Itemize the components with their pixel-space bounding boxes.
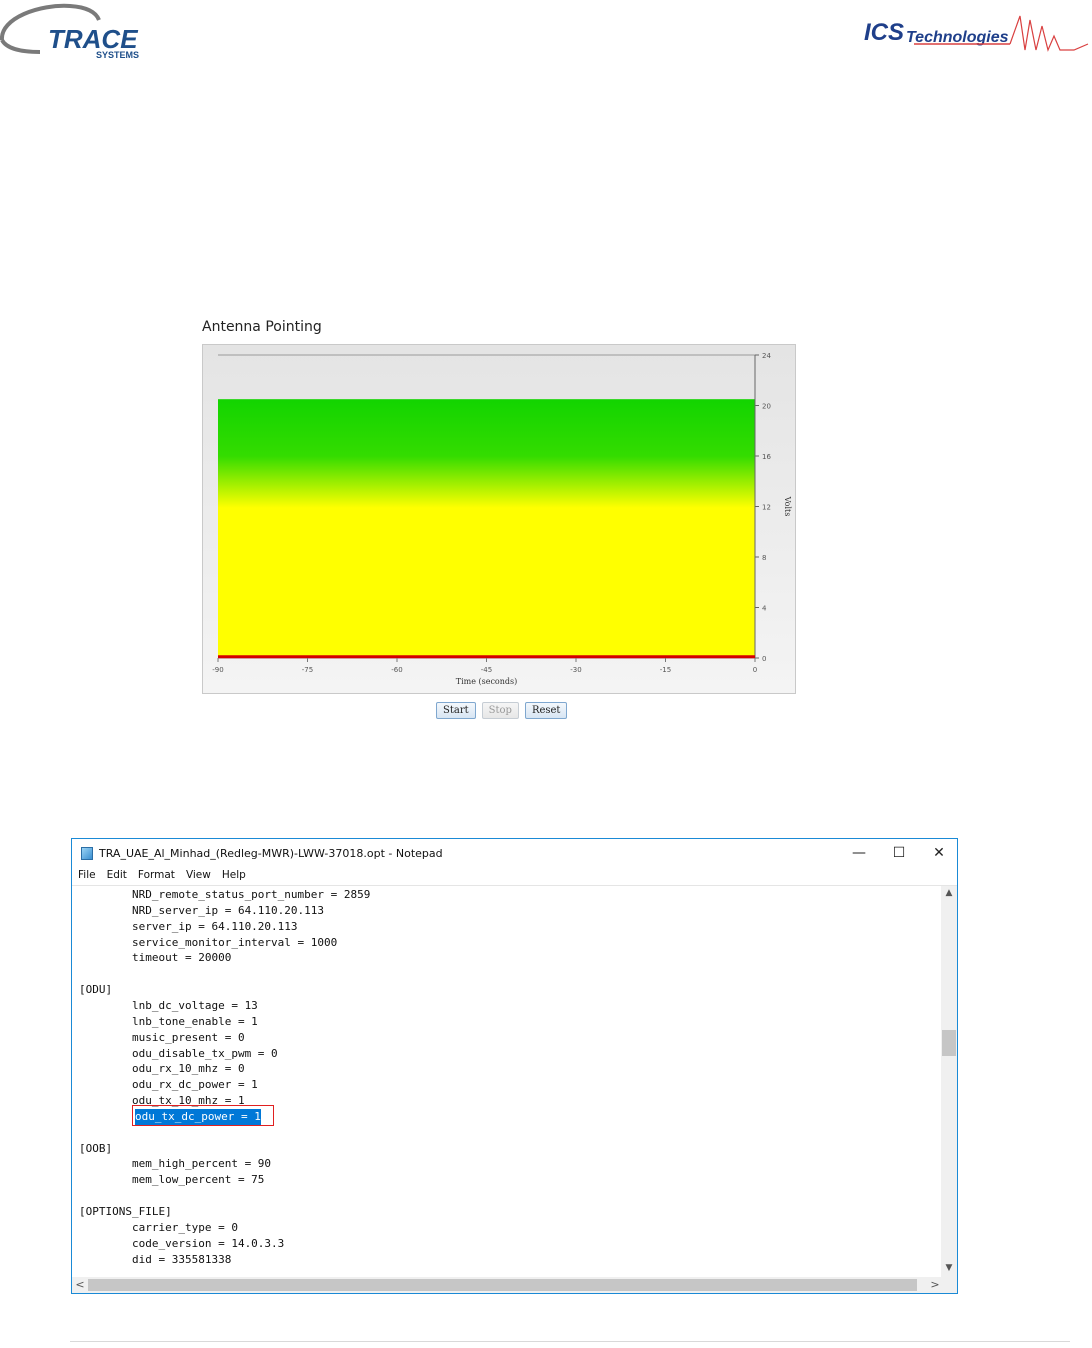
x-tick-label: -45 bbox=[481, 666, 492, 674]
text-line: mem_low_percent = 75 bbox=[79, 1173, 265, 1187]
antenna-chart-frame: 0 4 8 12 16 20 24 -90 -75 -60 -45 -30 -15 0 Time (seco… bbox=[202, 344, 796, 694]
start-button[interactable]: Start bbox=[436, 702, 476, 719]
scroll-left-icon[interactable]: < bbox=[72, 1278, 88, 1291]
scroll-down-icon[interactable]: ▼ bbox=[941, 1263, 957, 1273]
text-line: music_present = 0 bbox=[79, 1030, 245, 1044]
horizontal-scrollbar[interactable]: < > bbox=[72, 1277, 943, 1293]
menu-help[interactable]: Help bbox=[216, 867, 251, 885]
notepad-titlebar[interactable]: TRA_UAE_Al_Minhad_(Redleg-MWR)-LWW-37018… bbox=[72, 839, 957, 867]
antenna-chart: 0 4 8 12 16 20 24 -90 -75 -60 -45 -30 -15 0 Time (seco… bbox=[212, 352, 792, 686]
text-line: service_monitor_interval = 1000 bbox=[79, 935, 338, 949]
ics-bold: ICS bbox=[864, 19, 904, 46]
x-tick-label: 0 bbox=[753, 666, 757, 674]
text-line: odu_rx_10_mhz = 0 bbox=[79, 1062, 245, 1076]
notepad-menubar: File Edit Format View Help bbox=[72, 867, 957, 886]
menu-view[interactable]: View bbox=[180, 867, 216, 885]
trace-sub: SYSTEMS bbox=[96, 50, 139, 60]
text-line bbox=[79, 1109, 132, 1125]
voltage-band bbox=[218, 399, 755, 658]
y-tick-label: 4 bbox=[762, 605, 767, 613]
resize-grip[interactable] bbox=[941, 1277, 957, 1293]
text-line: odu_disable_tx_pwm = 0 bbox=[79, 1046, 278, 1060]
reset-button[interactable]: Reset bbox=[524, 702, 568, 719]
menu-file[interactable]: File bbox=[72, 867, 101, 885]
text-line: odu_rx_dc_power = 1 bbox=[79, 1078, 258, 1092]
x-tick-label: -75 bbox=[302, 666, 313, 674]
minimize-button[interactable]: — bbox=[844, 843, 874, 863]
x-tick-label: -60 bbox=[391, 666, 402, 674]
horizontal-scroll-thumb[interactable] bbox=[88, 1279, 917, 1291]
notepad-title: TRA_UAE_Al_Minhad_(Redleg-MWR)-LWW-37018… bbox=[99, 847, 443, 860]
text-line: carrier_type = 0 bbox=[79, 1220, 238, 1234]
antenna-controls: Start Stop Reset bbox=[436, 702, 568, 719]
text-line: lnb_tone_enable = 1 bbox=[79, 1014, 258, 1028]
stop-button[interactable]: Stop bbox=[481, 702, 519, 719]
notepad-icon bbox=[81, 847, 93, 860]
text-line: [OOB] bbox=[79, 1141, 113, 1155]
y-tick-label: 16 bbox=[762, 453, 771, 461]
text-line: server_ip = 64.110.20.113 bbox=[79, 919, 298, 933]
text-line: code_version = 14.0.3.3 bbox=[79, 1236, 285, 1250]
trace-systems-logo: TRACE SYSTEMS bbox=[0, 0, 160, 64]
close-button[interactable]: ✕ bbox=[924, 843, 954, 863]
text-line: did = 335581338 bbox=[79, 1252, 232, 1266]
notepad-window: TRA_UAE_Al_Minhad_(Redleg-MWR)-LWW-37018… bbox=[71, 838, 958, 1294]
menu-edit[interactable]: Edit bbox=[101, 867, 132, 885]
vertical-scroll-thumb[interactable] bbox=[942, 1030, 956, 1056]
x-tick-label: -15 bbox=[660, 666, 671, 674]
selected-text: odu_tx_dc_power = 1 bbox=[135, 1108, 261, 1125]
y-tick-label: 12 bbox=[762, 504, 771, 512]
notepad-text-area[interactable]: NRD_remote_status_port_number = 2859 NRD… bbox=[72, 886, 943, 1279]
text-line: timeout = 20000 bbox=[79, 951, 232, 965]
x-tick-label: -30 bbox=[570, 666, 581, 674]
y-axis-label: Volts bbox=[783, 496, 792, 517]
antenna-pointing-title: Antenna Pointing bbox=[202, 319, 322, 335]
x-axis-label: Time (seconds) bbox=[456, 677, 518, 686]
y-tick-label: 24 bbox=[762, 352, 771, 360]
footer-divider bbox=[70, 1341, 1070, 1342]
text-line: NRD_server_ip = 64.110.20.113 bbox=[79, 903, 325, 917]
ics-technologies-logo: ICS Technologies bbox=[860, 6, 1092, 58]
text-line: [OPTIONS_FILE] bbox=[79, 1205, 172, 1218]
text-line: odu_tx_10_mhz = 1 bbox=[79, 1094, 245, 1108]
y-tick-label: 20 bbox=[762, 403, 771, 411]
menu-format[interactable]: Format bbox=[132, 867, 180, 885]
vertical-scrollbar[interactable]: ▲ ▼ bbox=[941, 886, 957, 1279]
text-line: NRD_remote_status_port_number = 2859 bbox=[79, 888, 371, 901]
text-line: mem_high_percent = 90 bbox=[79, 1157, 272, 1171]
maximize-button[interactable]: ☐ bbox=[884, 843, 914, 863]
y-tick-label: 8 bbox=[762, 554, 766, 562]
text-line: [ODU] bbox=[79, 983, 113, 997]
scroll-up-icon[interactable]: ▲ bbox=[941, 888, 957, 898]
x-tick-label: -90 bbox=[212, 666, 223, 674]
text-line: lnb_dc_voltage = 13 bbox=[79, 998, 258, 1012]
y-tick-label: 0 bbox=[762, 655, 766, 663]
